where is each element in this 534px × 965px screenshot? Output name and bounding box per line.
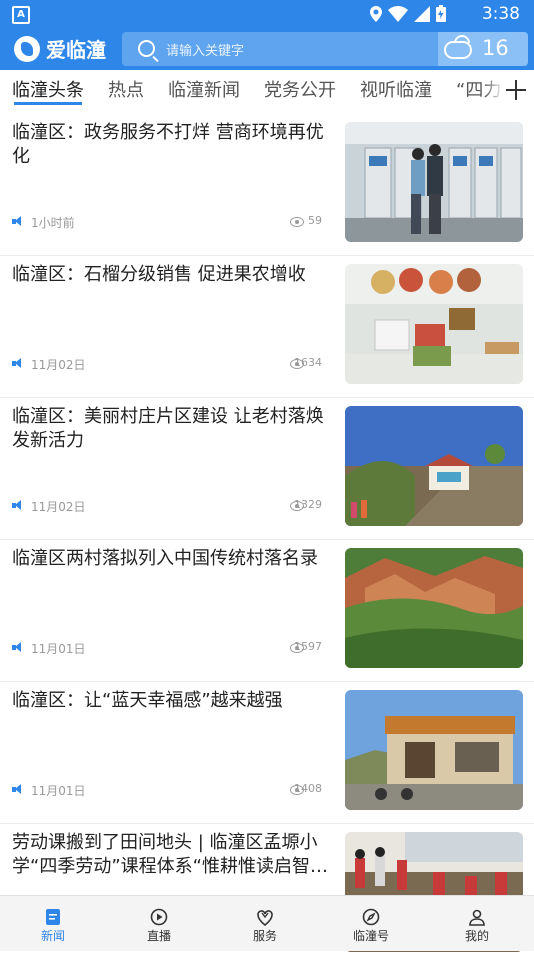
weather-widget[interactable]: 16 [438,32,528,66]
news-title: 劳动课搬到了田间地头 | 临潼区孟塬小学“四季劳动”课程体系“惟耕惟读启智… [12,832,328,877]
news-meta: 11月02日 1329 [12,497,328,515]
live-icon [150,908,168,926]
news-icon [46,909,60,925]
speaker-icon[interactable] [12,784,23,795]
news-thumbnail [345,548,523,668]
news-meta: 11月01日 1408 [12,781,328,799]
view-count: 1597 [294,640,322,653]
app-logo: 爱临潼 [14,34,106,63]
bottom-nav: 新闻 直播 服务 临潼号 我的 [0,895,534,951]
tab-audio-visual[interactable]: 视听临潼 [360,76,432,102]
news-item[interactable]: 临潼区两村落拟列入中国传统村落名录 11月01日 1597 [0,539,534,682]
nav-label: 直播 [146,929,171,943]
eye-icon [290,217,304,227]
speaker-icon[interactable] [12,216,23,227]
channel-tabs: 临潼头条 热点 临潼新闻 党务公开 视听临潼 “四力 [0,70,534,112]
nav-label: 我的 [464,929,489,943]
news-item[interactable]: 临潼区：美丽村庄片区建设 让老村落焕发新活力 11月02日 1329 [0,397,534,540]
speaker-icon[interactable] [12,642,23,653]
news-thumbnail [345,122,523,242]
nav-news[interactable]: 新闻 [0,896,106,951]
search-icon [138,40,155,57]
news-thumbnail [345,264,523,384]
view-count: 59 [308,214,322,227]
temperature: 16 [482,36,509,60]
news-title: 临潼区：政务服务不打烊 营商环境再优化 [12,122,324,167]
app-name: 爱临潼 [46,38,106,62]
app-header: 爱临潼 请输入关键字 16 [0,28,534,70]
news-item[interactable]: 临潼区：让“蓝天幸福感”越来越强 11月01日 1408 [0,681,534,824]
nav-label: 新闻 [40,929,65,943]
tab-hot[interactable]: 热点 [108,76,144,102]
news-date: 1小时前 [31,216,75,230]
news-thumbnail [345,406,523,526]
wifi-icon [388,5,408,22]
news-date: 11月01日 [31,784,86,798]
speaker-icon[interactable] [12,358,23,369]
add-channel-icon[interactable] [506,80,526,100]
profile-icon [469,909,485,926]
news-title: 临潼区：石榴分级销售 促进果农增收 [12,264,306,285]
tab-party-affairs[interactable]: 党务公开 [264,76,336,102]
nav-lintong-hao[interactable]: 临潼号 [318,896,424,951]
service-icon [257,910,273,926]
tab-toutiao[interactable]: 临潼头条 [12,76,84,102]
clock: 3:38 [481,4,520,24]
view-count: 1329 [294,498,322,511]
news-meta: 11月01日 1597 [12,639,328,657]
status-bar: A 3:38 [0,0,534,28]
speaker-icon[interactable] [12,500,23,511]
news-date: 11月01日 [31,642,86,656]
news-date: 11月02日 [31,358,86,372]
nav-service[interactable]: 服务 [212,896,318,951]
search-bar[interactable]: 请输入关键字 16 [122,32,528,66]
battery-icon [436,5,446,22]
view-count: 1408 [294,782,322,795]
news-item[interactable]: 临潼区：政务服务不打烊 营商环境再优化 1小时前 59 [0,113,534,256]
cloud-icon [444,41,472,59]
nav-label: 临潼号 [352,929,389,943]
signal-icon [414,5,430,22]
news-title: 临潼区：美丽村庄片区建设 让老村落焕发新活力 [12,406,324,451]
news-meta: 1小时前 59 [12,213,328,231]
nav-label: 服务 [252,929,277,943]
logo-icon [14,35,40,62]
status-icons [370,5,446,22]
nav-live[interactable]: 直播 [106,896,212,951]
news-date: 11月02日 [31,500,86,514]
news-title: 临潼区：让“蓝天幸福感”越来越强 [12,690,283,711]
news-meta: 11月02日 1634 [12,355,328,373]
nav-profile[interactable]: 我的 [424,896,530,951]
compass-icon [362,908,380,926]
active-tab-indicator [14,102,82,105]
search-placeholder: 请输入关键字 [166,44,245,59]
news-title: 临潼区两村落拟列入中国传统村落名录 [12,548,318,569]
news-item[interactable]: 临潼区：石榴分级销售 促进果农增收 11月02日 1634 [0,255,534,398]
tab-local-news[interactable]: 临潼新闻 [168,76,240,102]
news-thumbnail [345,690,523,810]
notification-icon: A [12,6,30,24]
view-count: 1634 [294,356,322,369]
location-icon [370,5,382,22]
